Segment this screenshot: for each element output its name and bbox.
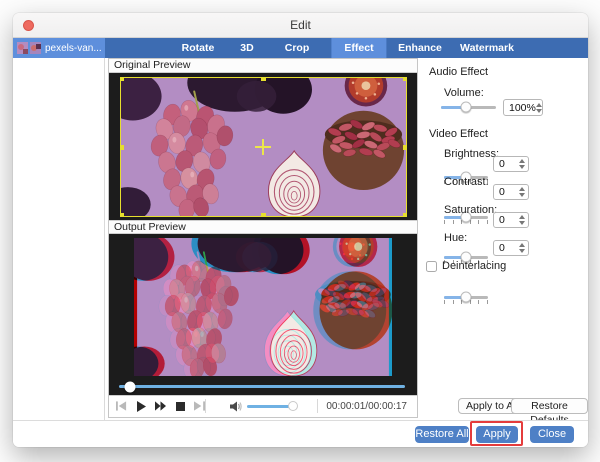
stepper-control[interactable] <box>519 187 525 197</box>
volume-slider-thumb[interactable] <box>288 401 298 411</box>
screenshot-canvas: Edit pexels-van... Rotate 3D Crop Effect… <box>0 0 600 462</box>
volume-spinbox[interactable]: 100% <box>503 99 543 116</box>
saturation-spinbox[interactable]: 0 <box>493 212 529 228</box>
original-preview-image <box>120 77 407 217</box>
crop-handle[interactable] <box>261 77 266 81</box>
title-bar: Edit <box>13 13 588 38</box>
crop-handle[interactable] <box>120 213 124 217</box>
video-effect-heading: Video Effect <box>429 128 488 140</box>
volume-slider[interactable] <box>247 405 293 408</box>
tab-bar: Rotate 3D Crop Effect Enhance Watermark <box>105 38 588 58</box>
crop-handle[interactable] <box>120 77 124 81</box>
transport-bar: 00:00:01/00:00:17 <box>109 396 417 416</box>
stepper-control[interactable] <box>519 215 525 225</box>
crop-handle[interactable] <box>403 145 407 150</box>
window-title: Edit <box>13 13 588 38</box>
brightness-label: Brightness: <box>444 148 499 160</box>
video-thumbnail-icon <box>17 41 41 55</box>
deinterlacing-row: Deinterlacing <box>426 260 506 272</box>
saturation-value: 0 <box>499 214 505 226</box>
restore-all-button[interactable]: Restore All <box>415 426 469 443</box>
apply-button[interactable]: Apply <box>476 426 518 443</box>
volume-label: Volume: <box>444 87 484 99</box>
contrast-value: 0 <box>499 186 505 198</box>
volume-effect-slider[interactable] <box>441 101 496 113</box>
stop-icon <box>176 402 185 411</box>
tab-3d[interactable]: 3D <box>227 38 266 58</box>
file-list-panel <box>13 58 105 420</box>
volume-effect-slider-thumb[interactable] <box>461 102 472 113</box>
fast-forward-button[interactable] <box>155 401 166 412</box>
effects-panel: Audio Effect Volume: 100% Video Effect B… <box>419 58 588 420</box>
top-strip: pexels-van... Rotate 3D Crop Effect Enha… <box>13 38 588 58</box>
hue-value: 0 <box>499 242 505 254</box>
skip-back-button[interactable] <box>116 401 127 412</box>
tab-watermark[interactable]: Watermark <box>447 38 527 58</box>
hue-slider[interactable] <box>444 291 488 303</box>
bottom-action-bar: Restore All Apply Close <box>13 420 588 447</box>
seek-thumb[interactable] <box>125 381 136 392</box>
skip-forward-button[interactable] <box>194 401 205 412</box>
crop-handle[interactable] <box>261 213 266 217</box>
original-preview-label: Original Preview <box>109 59 417 73</box>
stepper-control[interactable] <box>536 103 542 113</box>
sidebar-item-label: pexels-van... <box>45 43 101 54</box>
crop-selection[interactable] <box>120 77 407 217</box>
skip-back-icon <box>116 401 127 411</box>
preview-column: Original Preview <box>108 58 418 418</box>
play-button[interactable] <box>136 401 146 412</box>
sidebar-item-video[interactable]: pexels-van... <box>13 38 105 58</box>
speaker-icon <box>230 401 242 412</box>
tab-enhance[interactable]: Enhance <box>385 38 455 58</box>
output-preview-label: Output Preview <box>109 220 417 234</box>
crop-handle[interactable] <box>403 77 407 81</box>
volume-control <box>206 401 317 412</box>
hue-slider-thumb[interactable] <box>461 292 472 303</box>
output-preview-area <box>109 234 417 396</box>
crop-handle[interactable] <box>403 213 407 217</box>
brightness-value: 0 <box>499 158 505 170</box>
skip-forward-icon <box>194 401 205 411</box>
original-preview-area <box>109 73 417 220</box>
hue-spinbox[interactable]: 0 <box>493 240 529 256</box>
contrast-label: Contrast: <box>444 176 489 188</box>
hue-label: Hue: <box>444 232 467 244</box>
deinterlacing-label: Deinterlacing <box>442 260 506 272</box>
crop-handle[interactable] <box>120 145 124 150</box>
audio-effect-heading: Audio Effect <box>429 66 488 78</box>
restore-defaults-button[interactable]: Restore Defaults <box>511 398 588 414</box>
contrast-spinbox[interactable]: 0 <box>493 184 529 200</box>
saturation-label: Saturation: <box>444 204 497 216</box>
edit-dialog: Edit pexels-van... Rotate 3D Crop Effect… <box>13 13 588 447</box>
tab-crop[interactable]: Crop <box>272 38 323 58</box>
seek-bar[interactable] <box>119 385 405 388</box>
fast-forward-icon <box>155 401 166 411</box>
stepper-control[interactable] <box>519 159 525 169</box>
output-preview-image <box>134 238 392 376</box>
play-icon <box>137 401 146 412</box>
tab-rotate[interactable]: Rotate <box>169 38 228 58</box>
time-display: 00:00:01/00:00:17 <box>318 401 417 412</box>
deinterlacing-checkbox[interactable] <box>426 261 437 272</box>
stepper-control[interactable] <box>519 243 525 253</box>
close-button[interactable]: Close <box>530 426 574 443</box>
volume-value: 100% <box>509 102 536 114</box>
brightness-spinbox[interactable]: 0 <box>493 156 529 172</box>
crosshair-icon <box>255 139 271 155</box>
stop-button[interactable] <box>175 401 185 412</box>
playback-controls <box>109 401 205 412</box>
tab-effect[interactable]: Effect <box>331 38 386 58</box>
